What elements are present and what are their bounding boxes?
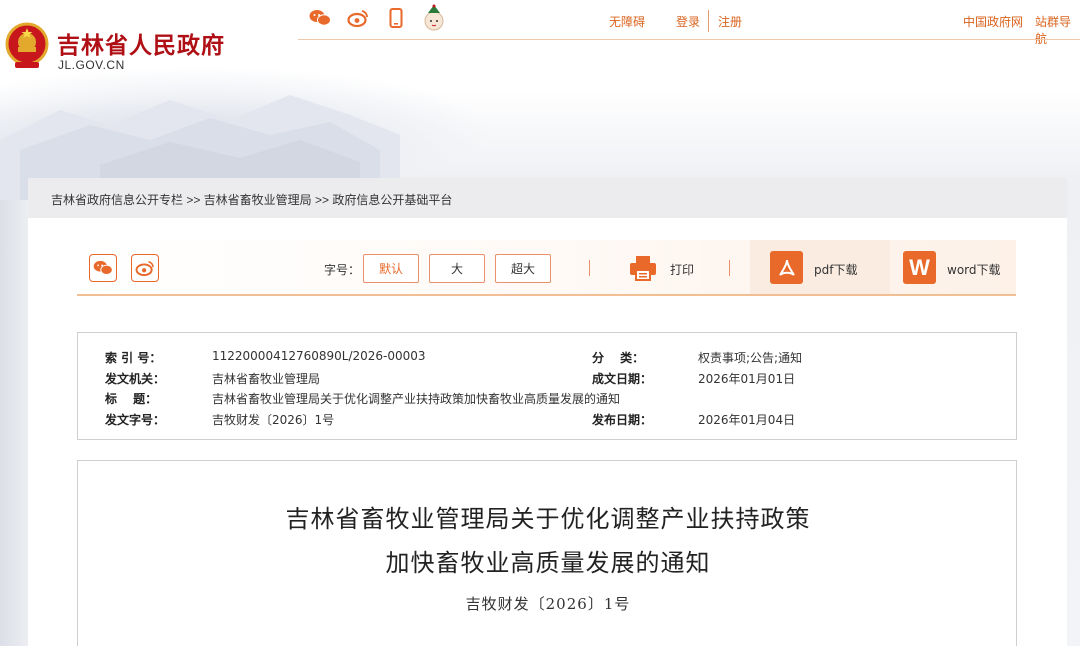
title-value: 吉林省畜牧业管理局关于优化调整产业扶持政策加快畜牧业高质量发展的通知 [212,392,621,406]
created-date-value: 2026年01月01日 [698,372,796,386]
gov-portal-link[interactable]: 中国政府网 [963,13,1023,30]
pdf-icon[interactable] [770,251,803,284]
document-metadata: 索 引 号： 11220000412760890L/2026-00003 分 类… [77,332,1017,440]
header-divider [298,39,1080,40]
weibo-icon [135,260,154,276]
site-name[interactable]: 吉林省人民政府 [57,26,225,60]
register-link[interactable]: 注册 [718,13,742,30]
created-date-label: 成文日期： [592,372,653,386]
document-body: 吉林省畜牧业管理局关于优化调整产业扶持政策 加快畜牧业高质量发展的通知 吉牧财发… [77,460,1017,646]
document-number-value: 吉牧财发〔2026〕1号 [212,413,335,427]
toolbar-divider [729,260,730,276]
meta-row: 索 引 号： 11220000412760890L/2026-00003 分 类… [78,349,1016,369]
issuer-label: 发文机关： [105,372,166,386]
word-download-button[interactable]: word下载 [947,261,1001,278]
accessibility-link[interactable]: 无障碍 [609,13,645,30]
meta-row: 标 题： 吉林省畜牧业管理局关于优化调整产业扶持政策加快畜牧业高质量发展的通知 [78,390,1016,410]
breadcrumb[interactable]: 吉林省政府信息公开专栏 >> 吉林省畜牧业管理局 >> 政府信息公开基础平台 [51,191,452,208]
document-number-label: 发文字号： [105,413,166,427]
national-emblem-icon [5,22,49,68]
site-domain: JL.GOV.CN [58,58,125,72]
index-number-value: 11220000412760890L/2026-00003 [212,349,426,363]
word-icon[interactable]: W [903,251,936,284]
share-wechat-button[interactable] [89,254,117,282]
document-title-line1: 吉林省畜牧业管理局关于优化调整产业扶持政策 [285,505,811,533]
printer-icon[interactable] [628,253,658,283]
issuer-value: 吉林省畜牧业管理局 [212,372,321,386]
document-title-line2: 加快畜牧业高质量发展的通知 [385,549,711,577]
meta-row: 发文机关： 吉林省畜牧业管理局 成文日期： 2026年01月01日 [78,370,1016,390]
pdf-download-button[interactable]: pdf下载 [814,261,857,278]
published-date-value: 2026年01月04日 [698,413,796,427]
font-large-button[interactable]: 大 [429,254,485,283]
category-label: 分 类： [592,351,645,365]
share-icon-group [308,4,446,32]
index-number-label: 索 引 号： [105,351,162,365]
site-cluster-link[interactable]: 站群导航 [1035,13,1080,47]
title-label: 标 题： [105,392,158,406]
left-decoration [0,200,28,646]
mobile-icon[interactable] [384,4,408,32]
article-toolbar: 字号： 默认 大 超大 打印 pdf下载 W word下载 [77,240,1016,296]
wechat-icon [93,260,113,275]
wechat-icon[interactable] [308,4,332,32]
mascot-icon[interactable] [422,4,446,32]
published-date-label: 发布日期： [592,413,653,427]
share-weibo-button[interactable] [131,254,159,282]
weibo-icon[interactable] [346,4,370,32]
font-default-button[interactable]: 默认 [363,254,419,283]
document-number: 吉牧财发〔2026〕1号 [465,595,631,613]
toolbar-divider [589,260,590,276]
link-divider [708,10,709,32]
font-xlarge-button[interactable]: 超大 [495,254,551,283]
category-value: 权责事项;公告;通知 [698,351,803,365]
font-size-label: 字号： [324,263,361,277]
login-link[interactable]: 登录 [676,13,700,30]
print-button[interactable]: 打印 [670,261,694,278]
meta-row: 发文字号： 吉牧财发〔2026〕1号 发布日期： 2026年01月04日 [78,411,1016,431]
